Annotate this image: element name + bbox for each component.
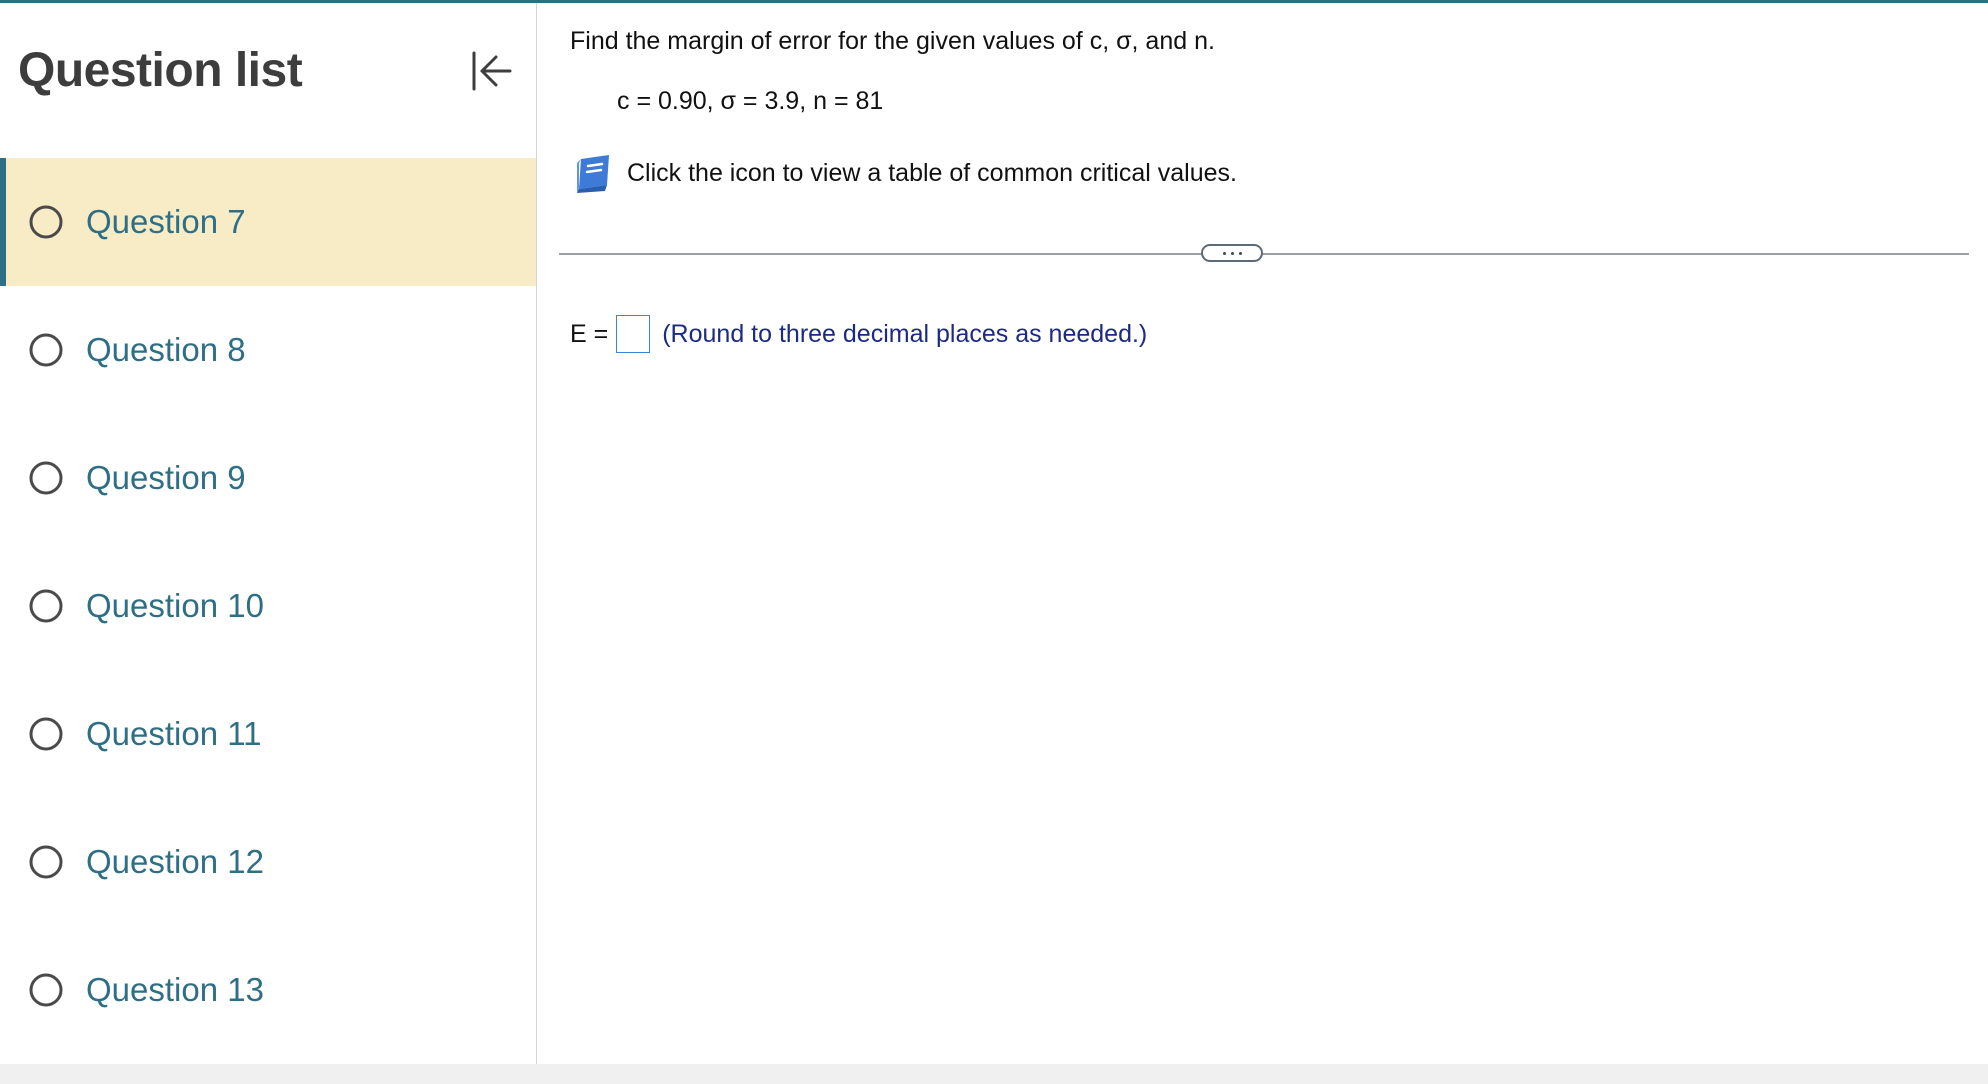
book-icon[interactable] [571, 151, 615, 195]
question-list-title: Question list [18, 44, 303, 97]
question-parameters: c = 0.90, σ = 3.9, n = 81 [617, 87, 884, 115]
question-item[interactable]: Question 11 [0, 670, 536, 798]
question-item[interactable]: Question 12 [0, 798, 536, 926]
question-item[interactable]: Question 7 [0, 158, 536, 286]
answer-hint: (Round to three decimal places as needed… [662, 319, 1148, 348]
radio-empty-icon [28, 204, 64, 240]
question-prompt: Find the margin of error for the given v… [570, 27, 1215, 55]
question-item-label: Question 11 [86, 715, 262, 752]
question-item[interactable]: Question 10 [0, 542, 536, 670]
question-item-label: Question 8 [86, 331, 246, 368]
question-item-label: Question 10 [86, 587, 264, 624]
question-item[interactable]: Question 8 [0, 286, 536, 414]
question-item-label: Question 13 [86, 971, 264, 1008]
question-list-panel: Question list Question 7 Question 8 Ques… [0, 3, 537, 1064]
content-divider [559, 253, 1969, 255]
critical-values-link-text: Click the icon to view a table of common… [627, 158, 1237, 187]
critical-values-link[interactable]: Click the icon to view a table of common… [571, 151, 1237, 195]
radio-empty-icon [28, 588, 64, 624]
question-item[interactable]: Question 9 [0, 414, 536, 542]
question-list: Question 7 Question 8 Question 9 Questio… [0, 158, 536, 1054]
question-item-label: Question 9 [86, 459, 246, 496]
question-item[interactable]: Question 13 [0, 926, 536, 1054]
answer-row: E = (Round to three decimal places as ne… [570, 313, 1147, 355]
expand-button[interactable] [1201, 244, 1263, 262]
radio-empty-icon [28, 844, 64, 880]
more-dots-icon [1222, 251, 1242, 255]
question-list-header: Question list [0, 3, 536, 158]
radio-empty-icon [28, 972, 64, 1008]
margin-of-error-input[interactable] [616, 315, 651, 353]
radio-empty-icon [28, 332, 64, 368]
collapse-panel-button[interactable] [462, 43, 518, 99]
radio-empty-icon [28, 716, 64, 752]
question-content: Find the margin of error for the given v… [537, 3, 1988, 1064]
answer-label: E = [570, 319, 609, 348]
question-item-label: Question 12 [86, 843, 264, 880]
collapse-left-icon [472, 51, 512, 91]
question-item-label: Question 7 [86, 203, 246, 240]
radio-empty-icon [28, 460, 64, 496]
bottom-band [0, 1064, 1988, 1084]
